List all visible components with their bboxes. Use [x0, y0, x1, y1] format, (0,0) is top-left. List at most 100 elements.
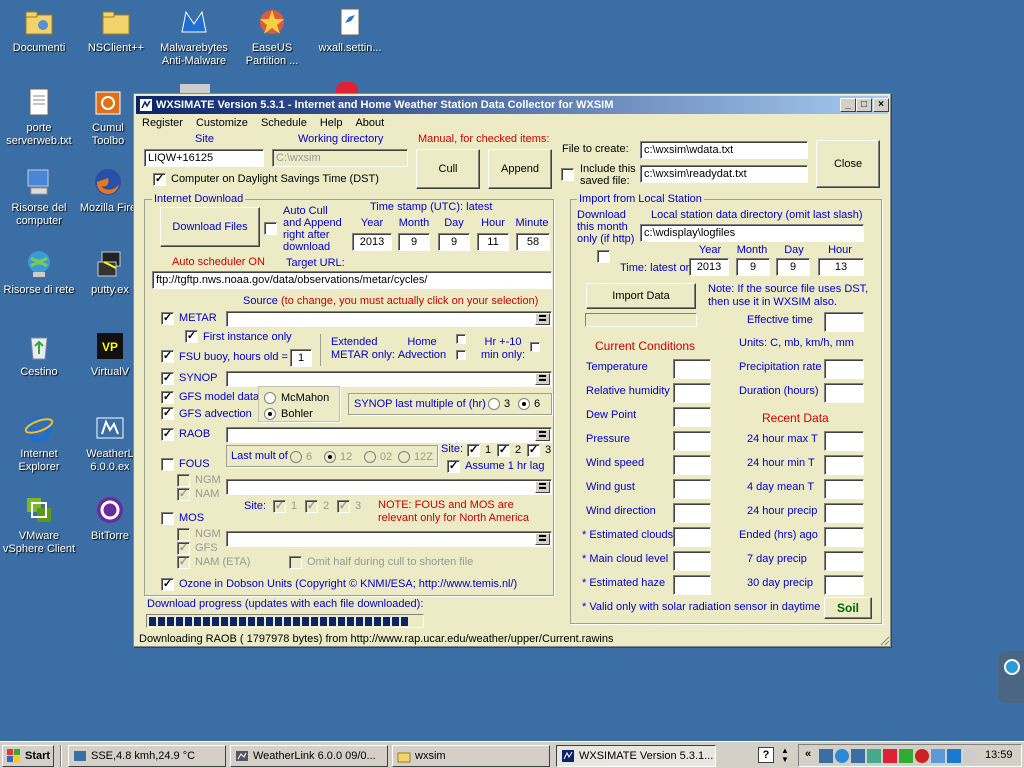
- combo-dropdown-icon[interactable]: ▬ ▬: [535, 372, 550, 385]
- cc-field[interactable]: [673, 551, 711, 571]
- gfs-model-checkbox[interactable]: ✓: [161, 391, 174, 404]
- start-button[interactable]: Start: [2, 745, 54, 767]
- synop-combo[interactable]: ▬ ▬: [226, 371, 552, 387]
- id-day-field[interactable]: 9: [438, 233, 470, 251]
- fous-site3-checkbox[interactable]: ✓: [337, 500, 350, 513]
- target-url-input[interactable]: ftp://tgftp.nws.noaa.gov/data/observatio…: [152, 271, 552, 289]
- desktop-icon-porte[interactable]: porte serverweb.txt: [1, 86, 77, 148]
- recent-field[interactable]: [824, 527, 864, 547]
- desktop-icon-malwarebytes[interactable]: Malwarebytes Anti-Malware: [156, 6, 232, 68]
- metar-checkbox[interactable]: ✓: [161, 312, 174, 325]
- side-widget[interactable]: [998, 651, 1024, 703]
- clock[interactable]: 13:59: [985, 749, 1013, 761]
- desktop-icon-vmware[interactable]: VMware vSphere Client: [1, 494, 77, 556]
- help-icon[interactable]: ?: [758, 747, 774, 763]
- tray-weather-icon[interactable]: [819, 749, 833, 763]
- cc-field[interactable]: [673, 503, 711, 523]
- menu-about[interactable]: About: [349, 115, 391, 129]
- desktop-icon-ie[interactable]: Internet Explorer: [1, 412, 77, 474]
- mos-ngm-checkbox[interactable]: [177, 528, 190, 541]
- duration-field[interactable]: [824, 383, 864, 403]
- fous-02-radio[interactable]: [364, 451, 376, 463]
- mos-checkbox[interactable]: [161, 512, 174, 525]
- include-saved-input[interactable]: c:\wxsim\readydat.txt: [640, 165, 808, 183]
- mos-gfs-checkbox[interactable]: ✓: [177, 542, 190, 555]
- resize-grip-icon[interactable]: [878, 634, 890, 646]
- cc-field[interactable]: [673, 575, 711, 595]
- fous-site2-checkbox[interactable]: ✓: [305, 500, 318, 513]
- recent-field[interactable]: [824, 551, 864, 571]
- id-hour-field[interactable]: 11: [477, 233, 509, 251]
- fous-checkbox[interactable]: [161, 458, 174, 471]
- maximize-button[interactable]: □: [856, 98, 872, 112]
- tray-expand-icon[interactable]: «: [805, 748, 811, 760]
- recent-field[interactable]: [824, 479, 864, 499]
- effective-time-field[interactable]: [824, 312, 864, 332]
- minimize-button[interactable]: _: [840, 98, 856, 112]
- desktop-icon-nsclient[interactable]: NSClient++: [78, 6, 154, 55]
- auto-cull-checkbox[interactable]: [264, 222, 277, 235]
- raob-site1-checkbox[interactable]: ✓: [467, 444, 480, 457]
- desktop-icon-cumulus[interactable]: Cumul Toolbo: [78, 86, 138, 148]
- desktop-icon-virtualv[interactable]: VP VirtualV: [80, 330, 140, 379]
- download-files-button[interactable]: Download Files: [160, 207, 260, 247]
- fous-12-radio[interactable]: [324, 451, 336, 463]
- tray-computer-icon[interactable]: [851, 749, 865, 763]
- combo-dropdown-icon[interactable]: ▬ ▬: [535, 428, 550, 441]
- menu-customize[interactable]: Customize: [190, 115, 255, 129]
- cc-field[interactable]: [673, 359, 711, 379]
- combo-dropdown-icon[interactable]: ▬ ▬: [535, 480, 550, 493]
- tray-app-icon[interactable]: [947, 749, 961, 763]
- recent-field[interactable]: [824, 455, 864, 475]
- soil-button[interactable]: Soil: [824, 597, 872, 619]
- import-data-button[interactable]: Import Data: [586, 283, 696, 309]
- menu-help[interactable]: Help: [314, 115, 350, 129]
- omit-half-checkbox[interactable]: [289, 556, 302, 569]
- tray-app-icon[interactable]: [915, 749, 929, 763]
- desktop-icon-documenti[interactable]: Documenti: [1, 6, 77, 55]
- fsu-checkbox[interactable]: ✓: [161, 350, 174, 363]
- local-dir-input[interactable]: c:\wdisplay\logfiles: [640, 224, 864, 242]
- dst-checkbox[interactable]: ✓: [153, 173, 166, 186]
- task-wxsim-folder[interactable]: wxsim: [392, 745, 550, 767]
- ozone-checkbox[interactable]: ✓: [161, 578, 174, 591]
- tray-clock-app-icon[interactable]: [963, 749, 977, 763]
- menu-schedule[interactable]: Schedule: [255, 115, 314, 129]
- task-weather-status[interactable]: SSE,4.8 kmh,24.9 °C: [68, 745, 226, 767]
- close-window-button[interactable]: ×: [873, 98, 889, 112]
- recent-field[interactable]: [824, 431, 864, 451]
- raob-site3-checkbox[interactable]: ✓: [527, 444, 540, 457]
- tray-app-icon[interactable]: [931, 749, 945, 763]
- mcmahon-radio[interactable]: [264, 392, 276, 404]
- include-saved-checkbox[interactable]: [561, 168, 574, 181]
- ngm-checkbox[interactable]: [177, 474, 190, 487]
- desktop-icon-risorse-computer[interactable]: Risorse del computer: [1, 166, 77, 228]
- mos-combo[interactable]: ▬ ▬: [226, 531, 552, 547]
- desktop-icon-wxall[interactable]: wxall.settin...: [312, 6, 388, 55]
- desktop-icon-putty[interactable]: putty.ex: [80, 248, 140, 297]
- file-to-create-input[interactable]: c:\wxsim\wdata.txt: [640, 141, 808, 159]
- desktop-icon-bittorrent[interactable]: BitTorre: [80, 494, 140, 543]
- working-dir-input[interactable]: C:\wxsim: [272, 149, 408, 167]
- tray-app-icon[interactable]: [867, 749, 881, 763]
- close-button[interactable]: Close: [816, 140, 880, 188]
- id-minute-field[interactable]: 58: [516, 233, 550, 251]
- cc-field[interactable]: [673, 383, 711, 403]
- menu-register[interactable]: Register: [136, 115, 190, 129]
- title-bar[interactable]: WXSIMATE Version 5.3.1 - Internet and Ho…: [136, 96, 889, 114]
- bohler-radio[interactable]: [264, 408, 276, 420]
- append-button[interactable]: Append: [488, 149, 552, 189]
- desktop-icon-cestino[interactable]: Cestino: [1, 330, 77, 379]
- ls-day-field[interactable]: 9: [776, 258, 810, 276]
- raob-checkbox[interactable]: ✓: [161, 428, 174, 441]
- task-weatherlink[interactable]: WeatherLink 6.0.0 09/0...: [230, 745, 388, 767]
- recent-field[interactable]: [824, 503, 864, 523]
- combo-dropdown-icon[interactable]: ▬ ▬: [535, 312, 550, 325]
- raob-site2-checkbox[interactable]: ✓: [497, 444, 510, 457]
- task-wxsimate[interactable]: WXSIMATE Version 5.3.1...: [556, 745, 716, 767]
- desktop-icon-easeus[interactable]: EaseUS Partition ...: [234, 6, 310, 68]
- site-input[interactable]: LIQW+16125: [144, 149, 264, 167]
- metar-combo[interactable]: ▬ ▬: [226, 311, 552, 327]
- fsu-hours-input[interactable]: 1: [290, 349, 312, 367]
- scroll-arrows-icon[interactable]: ▲ ▼: [780, 746, 790, 764]
